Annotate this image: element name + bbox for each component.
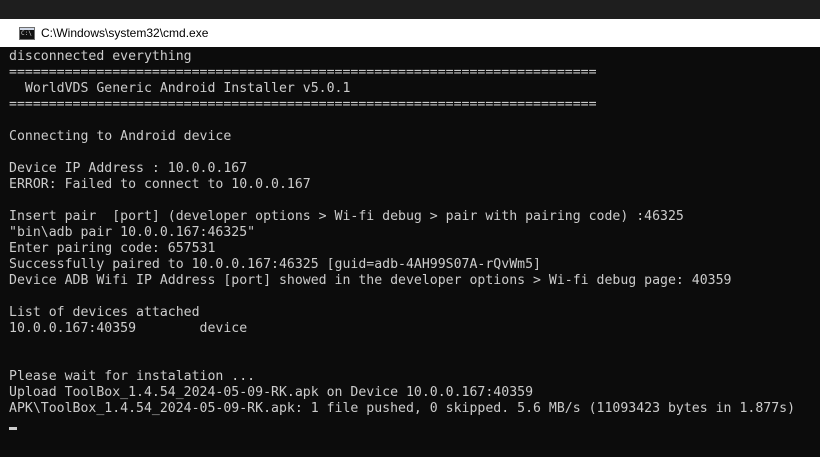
console-line: Connecting to Android device: [9, 129, 232, 144]
console-line: Insert pair [port] (developer options > …: [9, 209, 684, 224]
console-line: ========================================…: [9, 97, 597, 112]
text-cursor: [9, 427, 17, 430]
cmd-app-icon[interactable]: [19, 26, 35, 40]
console-line: Upload ToolBox_1.4.54_2024-05-09-RK.apk …: [9, 385, 534, 400]
console-line: ERROR: Failed to connect to 10.0.0.167: [9, 177, 311, 192]
console-output[interactable]: disconnected everything ================…: [0, 47, 820, 457]
desktop-strip: [0, 0, 820, 19]
title-bar[interactable]: C:\Windows\system32\cmd.exe: [0, 19, 820, 47]
console-line: Please wait for instalation ...: [9, 369, 256, 384]
console-line: Successfully paired to 10.0.0.167:46325 …: [9, 257, 541, 272]
console-line: Enter pairing code: 657531: [9, 241, 216, 256]
console-line: Device IP Address : 10.0.0.167: [9, 161, 248, 176]
console-line: "bin\adb pair 10.0.0.167:46325": [9, 225, 256, 240]
window-title: C:\Windows\system32\cmd.exe: [41, 26, 209, 40]
console-line: List of devices attached: [9, 305, 200, 320]
console-line: APK\ToolBox_1.4.54_2024-05-09-RK.apk: 1 …: [9, 401, 796, 416]
cmd-window: C:\Windows\system32\cmd.exe disconnected…: [0, 0, 820, 457]
console-line: Device ADB Wifi IP Address [port] showed…: [9, 273, 732, 288]
console-line: disconnected everything: [9, 49, 192, 64]
console-line: WorldVDS Generic Android Installer v5.0.…: [9, 81, 351, 96]
console-line: 10.0.0.167:40359 device: [9, 321, 248, 336]
console-line: ========================================…: [9, 65, 597, 80]
